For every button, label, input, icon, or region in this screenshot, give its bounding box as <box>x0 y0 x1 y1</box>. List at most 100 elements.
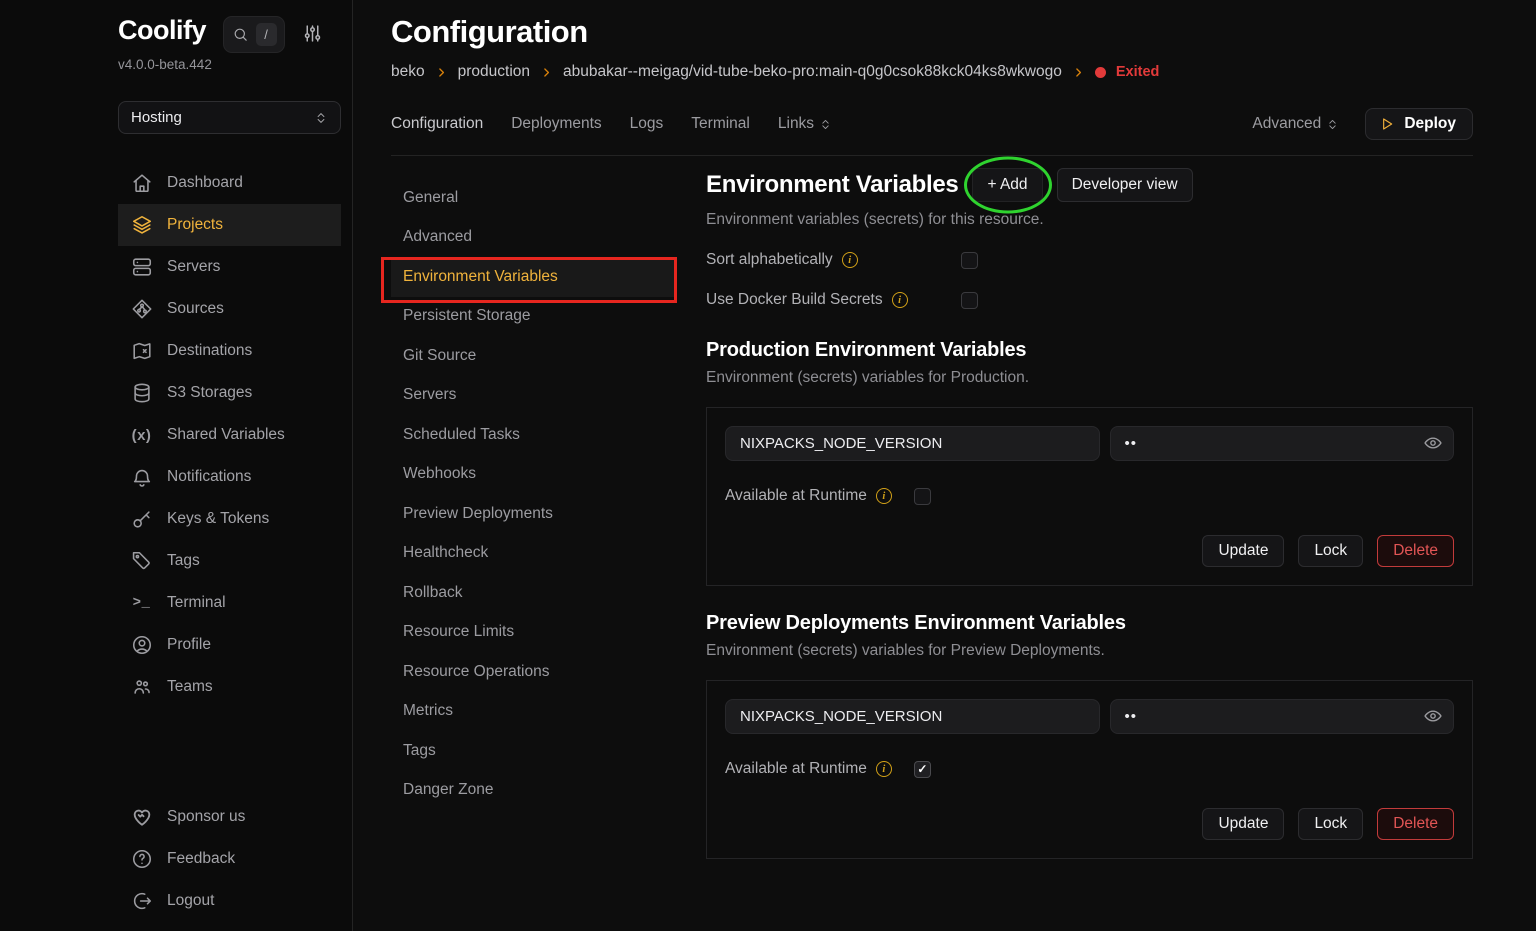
team-select[interactable]: Hosting <box>118 101 341 134</box>
sidebar-item-feedback[interactable]: Feedback <box>118 838 341 880</box>
search-button[interactable]: / <box>223 16 285 53</box>
env-key-input[interactable] <box>725 699 1100 734</box>
subnav-tags[interactable]: Tags <box>391 731 676 771</box>
lock-button[interactable]: Lock <box>1298 535 1363 567</box>
tab-deployments[interactable]: Deployments <box>511 115 601 133</box>
env-key-input[interactable] <box>725 426 1100 461</box>
subnav-rollback[interactable]: Rollback <box>391 573 676 613</box>
user-circle-icon <box>130 634 153 656</box>
subnav-advanced[interactable]: Advanced <box>391 218 676 258</box>
breadcrumb: beko production abubakar--meigag/vid-tub… <box>391 63 1473 81</box>
update-button[interactable]: Update <box>1202 535 1284 567</box>
subnav-healthcheck[interactable]: Healthcheck <box>391 534 676 574</box>
docker-build-secrets-label: Use Docker Build Secrets <box>706 291 883 309</box>
sidebar-item-destinations[interactable]: Destinations <box>118 330 341 372</box>
subnav-danger-zone[interactable]: Danger Zone <box>391 771 676 811</box>
subnav-preview-deployments[interactable]: Preview Deployments <box>391 494 676 534</box>
sidebar-item-logout[interactable]: Logout <box>118 880 341 922</box>
info-icon: i <box>892 292 908 308</box>
app-logo[interactable]: Coolify <box>118 14 206 48</box>
lock-button[interactable]: Lock <box>1298 808 1363 840</box>
sidebar-item-label: Keys & Tokens <box>167 510 269 528</box>
sidebar-item-label: Tags <box>167 552 200 570</box>
tab-links[interactable]: Links <box>778 115 832 133</box>
breadcrumb-project[interactable]: beko <box>391 63 425 81</box>
sort-alphabetically-checkbox[interactable] <box>961 252 978 269</box>
delete-button[interactable]: Delete <box>1377 808 1454 840</box>
advanced-menu[interactable]: Advanced <box>1252 115 1339 133</box>
sidebar-item-label: Dashboard <box>167 174 243 192</box>
breadcrumb-environment[interactable]: production <box>458 63 530 81</box>
available-at-runtime-checkbox[interactable] <box>914 488 931 505</box>
play-icon <box>1379 116 1395 132</box>
preview-section-title: Preview Deployments Environment Variable… <box>706 612 1473 635</box>
env-value-input[interactable] <box>1110 426 1455 461</box>
production-section-title: Production Environment Variables <box>706 339 1473 362</box>
sidebar-item-label: Shared Variables <box>167 426 285 444</box>
sidebar-item-label: Notifications <box>167 468 251 486</box>
sidebar-item-projects[interactable]: Projects <box>118 204 341 246</box>
sidebar-item-label: Sources <box>167 300 224 318</box>
tab-configuration[interactable]: Configuration <box>391 115 483 133</box>
sidebar-item-profile[interactable]: Profile <box>118 624 341 666</box>
sidebar-item-notifications[interactable]: Notifications <box>118 456 341 498</box>
tab-terminal[interactable]: Terminal <box>691 115 750 133</box>
chevron-updown-icon <box>819 118 832 131</box>
developer-view-button[interactable]: Developer view <box>1057 168 1193 202</box>
env-var-card: Available at Runtime i Update Lock Delet… <box>706 407 1473 586</box>
sidebar-item-sources[interactable]: Sources <box>118 288 341 330</box>
subnav-servers[interactable]: Servers <box>391 376 676 416</box>
main-area: Configuration beko production abubakar--… <box>353 0 1536 931</box>
docker-build-secrets-checkbox[interactable] <box>961 292 978 309</box>
deploy-label: Deploy <box>1404 115 1456 133</box>
env-value-input[interactable] <box>1110 699 1455 734</box>
subnav-git-source[interactable]: Git Source <box>391 336 676 376</box>
breadcrumb-resource[interactable]: abubakar--meigag/vid-tube-beko-pro:main-… <box>563 63 1062 81</box>
available-at-runtime-checkbox[interactable]: ✓ <box>914 761 931 778</box>
sidebar-item-label: Teams <box>167 678 213 696</box>
subnav-resource-limits[interactable]: Resource Limits <box>391 613 676 653</box>
terminal-icon: >_ <box>130 595 153 611</box>
subnav-general[interactable]: General <box>391 178 676 218</box>
advanced-label: Advanced <box>1252 115 1321 133</box>
map-icon <box>130 340 153 362</box>
env-var-card: Available at Runtime i ✓ Update Lock Del… <box>706 680 1473 859</box>
subnav-environment-variables[interactable]: Environment Variables <box>391 257 676 297</box>
sidebar-item-label: Destinations <box>167 342 252 360</box>
chevron-updown-icon <box>1326 118 1339 131</box>
sidebar-item-sponsor[interactable]: Sponsor us <box>118 796 341 838</box>
home-icon <box>130 172 153 194</box>
chevron-updown-icon <box>314 111 328 125</box>
tab-logs[interactable]: Logs <box>630 115 664 133</box>
sidebar: Coolify / v4.0.0-beta.442 Hosting Dashbo… <box>0 0 353 931</box>
sidebar-item-terminal[interactable]: >_ Terminal <box>118 582 341 624</box>
eye-icon[interactable] <box>1423 706 1443 726</box>
subnav-scheduled-tasks[interactable]: Scheduled Tasks <box>391 415 676 455</box>
app-version: v4.0.0-beta.442 <box>118 57 341 72</box>
settings-sliders-icon[interactable] <box>302 23 323 44</box>
sidebar-item-label: Servers <box>167 258 220 276</box>
subnav-metrics[interactable]: Metrics <box>391 692 676 732</box>
sidebar-item-label: Sponsor us <box>167 808 245 826</box>
chevron-right-icon <box>540 66 553 79</box>
status-dot <box>1095 67 1106 78</box>
eye-icon[interactable] <box>1423 433 1443 453</box>
subnav-resource-operations[interactable]: Resource Operations <box>391 652 676 692</box>
sidebar-item-teams[interactable]: Teams <box>118 666 341 708</box>
env-variables-panel: Environment Variables + Add Developer vi… <box>706 156 1473 899</box>
subnav-webhooks[interactable]: Webhooks <box>391 455 676 495</box>
sidebar-item-tags[interactable]: Tags <box>118 540 341 582</box>
sidebar-item-keys-tokens[interactable]: Keys & Tokens <box>118 498 341 540</box>
sidebar-item-dashboard[interactable]: Dashboard <box>118 162 341 204</box>
sidebar-item-s3-storages[interactable]: S3 Storages <box>118 372 341 414</box>
update-button[interactable]: Update <box>1202 808 1284 840</box>
sidebar-item-servers[interactable]: Servers <box>118 246 341 288</box>
sidebar-item-shared-variables[interactable]: (x) Shared Variables <box>118 414 341 456</box>
info-icon: i <box>842 252 858 268</box>
delete-button[interactable]: Delete <box>1377 535 1454 567</box>
info-icon: i <box>876 488 892 504</box>
sidebar-item-label: Profile <box>167 636 211 654</box>
subnav-persistent-storage[interactable]: Persistent Storage <box>391 297 676 337</box>
add-env-button[interactable]: + Add <box>972 168 1042 202</box>
deploy-button[interactable]: Deploy <box>1365 108 1473 140</box>
